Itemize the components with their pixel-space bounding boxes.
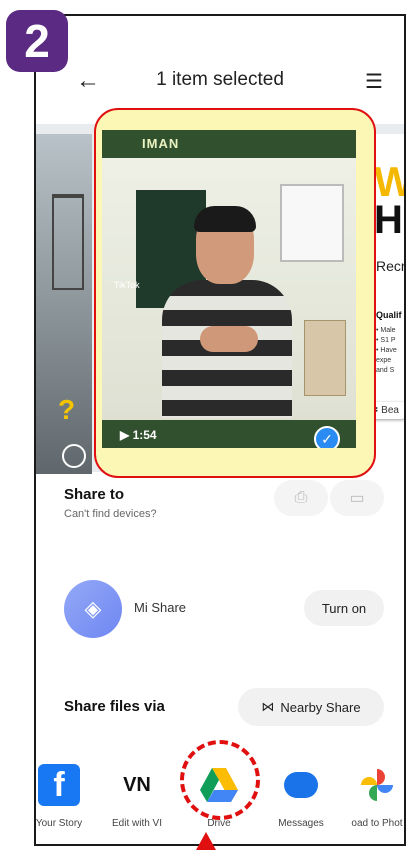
app-label: Messages	[278, 818, 324, 829]
monitor-icon: ▭	[349, 490, 365, 507]
app-edit-with-vn[interactable]: VN Edit with VI	[100, 764, 174, 830]
poster-list-item: • Male	[376, 327, 396, 334]
app-label: Edit with VI	[111, 818, 163, 829]
mi-share-label: Mi Share	[134, 600, 187, 615]
screen-cast-button[interactable]: ▭	[330, 480, 384, 516]
poster-list-item: • Have	[376, 347, 397, 354]
video-brand-text: IMAN	[142, 136, 180, 151]
top-bar: ← 1 item selected ☰	[36, 61, 404, 101]
pointer-arrow-icon	[196, 832, 216, 850]
poster-list-item: expe	[376, 357, 392, 364]
select-all-icon[interactable]: ☰	[354, 61, 394, 101]
thumbnail-street[interactable]: ?	[36, 134, 92, 474]
mi-share-icon: ◈	[64, 580, 122, 638]
app-label: Your Story	[35, 818, 83, 829]
nearby-share-label: Nearby Share	[280, 699, 361, 715]
video-duration: ▶ 1:54	[120, 428, 157, 442]
selected-check-icon[interactable]: ✓	[314, 426, 340, 448]
selection-title: 1 item selected	[156, 69, 284, 90]
nearby-share-button[interactable]: ⋈ Nearby Share	[238, 688, 384, 726]
facebook-icon: f	[38, 764, 80, 806]
phone-screen: ← 1 item selected ☰ ? W H Recr Qualif • …	[34, 14, 406, 846]
beauty-chip-label: Bea	[381, 405, 399, 416]
poster-rec-text: Recr	[376, 258, 406, 274]
poster-qualif-text: Qualif	[376, 310, 402, 320]
video-top-band: IMAN	[102, 130, 356, 158]
tiktok-watermark: TikTok	[114, 280, 140, 290]
nearby-share-icon: ⋈	[261, 699, 275, 714]
poster-list: • Male • S1 P • Have expe and S	[376, 326, 397, 376]
step-badge: 2	[6, 10, 68, 72]
poster-letter-h: H	[374, 198, 403, 242]
selected-video-highlight[interactable]: IMAN TikTok ▶ 1:54 ✓	[94, 108, 376, 478]
share-to-title: Share to	[64, 486, 125, 503]
app-messages[interactable]: Messages	[264, 764, 338, 829]
poster-list-item: and S	[376, 367, 395, 374]
bookshelf	[304, 320, 346, 396]
person-hair	[194, 206, 256, 232]
messages-icon	[280, 764, 322, 806]
vn-icon: VN	[123, 773, 151, 796]
print-button[interactable]: ⎙	[274, 480, 328, 516]
person-hands	[200, 326, 258, 352]
question-mark-sticker: ?	[58, 394, 76, 425]
share-to-subtitle[interactable]: Can't find devices?	[64, 508, 157, 520]
poster-list-item: • S1 P	[376, 337, 396, 344]
app-label: oad to Phot	[351, 818, 403, 829]
power-pole-graphic	[52, 194, 84, 290]
drive-highlight-circle	[180, 740, 260, 820]
share-files-title: Share files via	[64, 698, 165, 715]
app-your-story[interactable]: f Your Story	[35, 764, 96, 829]
google-photos-icon	[356, 764, 398, 806]
selected-video-thumbnail: IMAN TikTok ▶ 1:54 ✓	[102, 130, 356, 448]
duration-text: 1:54	[132, 428, 157, 442]
app-google-photos[interactable]: oad to Phot	[340, 764, 404, 829]
turn-on-button[interactable]: Turn on	[304, 590, 384, 626]
printer-icon: ⎙	[294, 489, 308, 506]
whiteboard	[280, 184, 344, 262]
select-circle-icon[interactable]	[62, 444, 86, 468]
